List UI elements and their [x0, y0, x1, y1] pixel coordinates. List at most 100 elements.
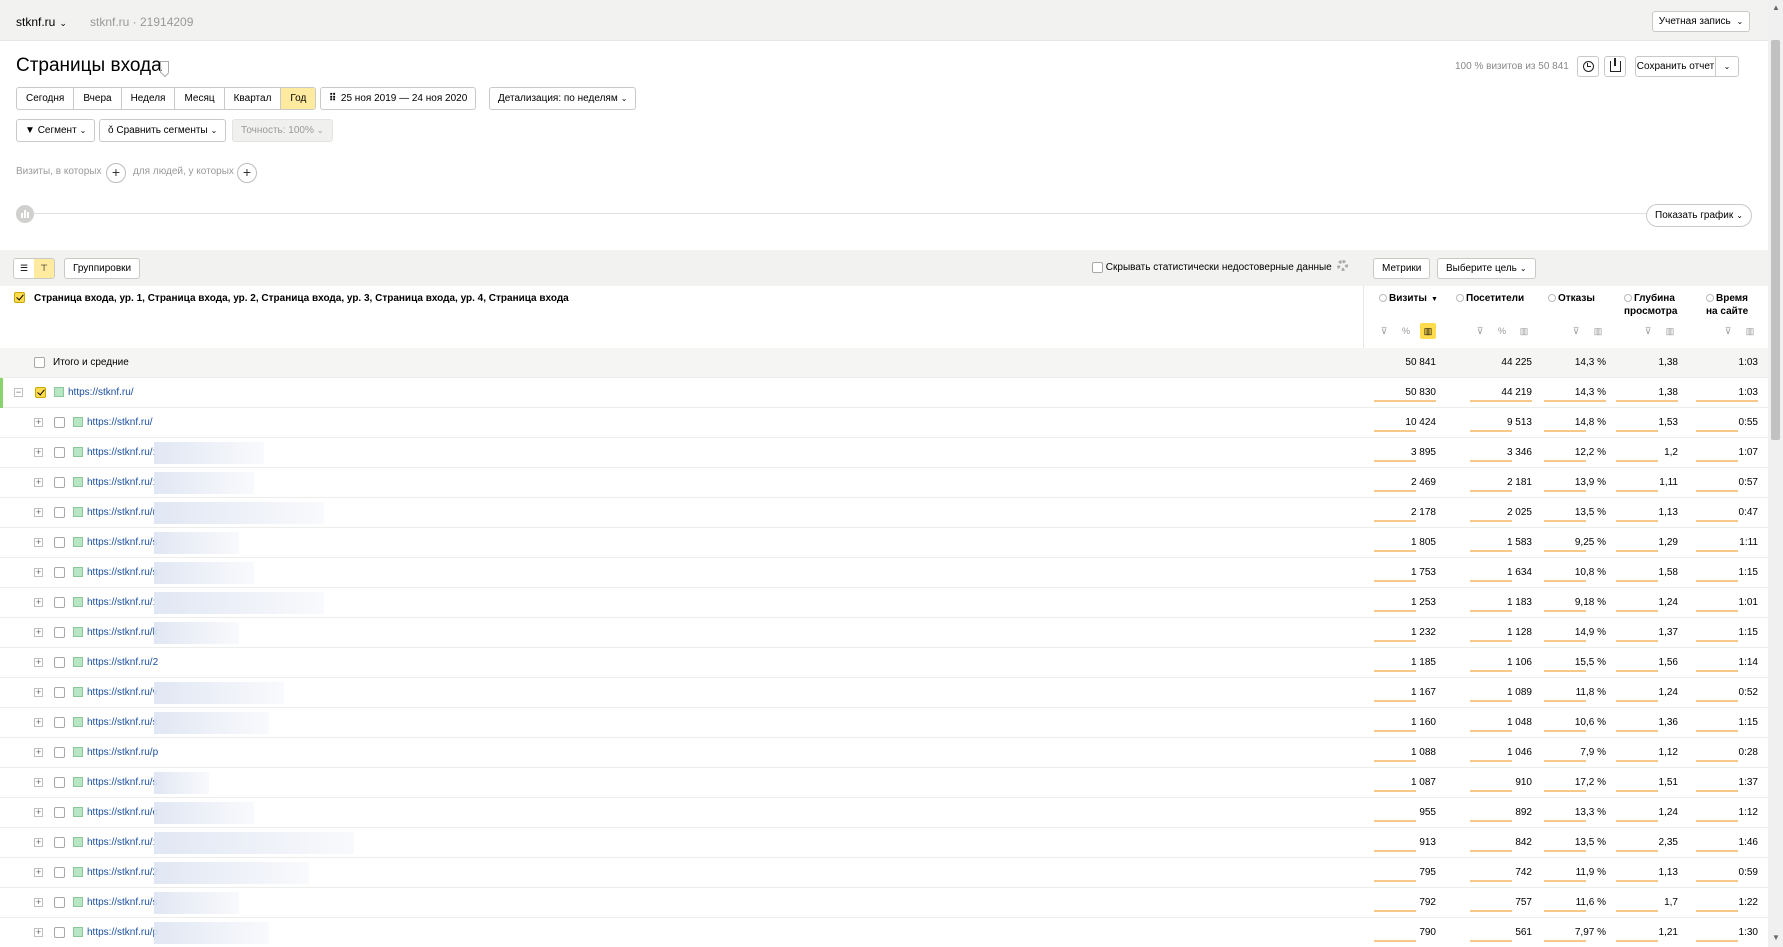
page-url-link[interactable]: https://stknf.ru/c	[87, 807, 158, 818]
period-5[interactable]: Год	[281, 88, 316, 109]
page-url-link[interactable]: https://stknf.ru/2	[87, 657, 158, 668]
table-row[interactable]: + https://stknf.ru/p 1 088 1 046 7,9 % 1,12 0:…	[0, 738, 1768, 768]
detail-dropdown[interactable]: Детализация: по неделям ⌄	[489, 87, 637, 110]
page-url-link[interactable]: https://stknf.ru/k	[87, 627, 158, 638]
expand-icon[interactable]: +	[34, 748, 43, 757]
expand-icon[interactable]: +	[34, 478, 43, 487]
row-checkbox[interactable]	[54, 417, 65, 428]
column-header-0[interactable]: Визиты ▼	[1379, 292, 1438, 306]
compare-segments-button[interactable]: ǒ Сравнить сегменты ⌄	[99, 119, 227, 142]
row-checkbox[interactable]	[54, 447, 65, 458]
page-url-link[interactable]: https://stknf.ru/s	[87, 537, 158, 548]
gear-icon[interactable]	[1337, 260, 1348, 271]
add-visit-condition-button[interactable]: +	[106, 163, 126, 183]
column-header-3[interactable]: Глубина просмотра	[1624, 292, 1677, 318]
period-1[interactable]: Вчера	[74, 88, 122, 109]
expand-icon[interactable]: +	[34, 718, 43, 727]
scrollbar[interactable]: ▲ ▼	[1768, 0, 1783, 947]
table-row[interactable]: + https://stknf.ru/p 790 561 7,97 % 1,21 1:30	[0, 918, 1768, 947]
row-checkbox[interactable]	[54, 627, 65, 638]
tree-view-icon[interactable]: ⊤	[34, 259, 54, 278]
chevron-down-icon[interactable]: ⌄	[1716, 57, 1738, 76]
row-checkbox[interactable]	[54, 597, 65, 608]
expand-icon[interactable]: +	[34, 928, 43, 937]
accuracy-dropdown[interactable]: Точность: 100% ⌄	[232, 119, 333, 142]
page-url-link[interactable]: https://stknf.ru/s	[87, 897, 158, 908]
row-checkbox[interactable]	[54, 747, 65, 758]
table-row[interactable]: + https://stknf.ru/10 424 9 513 14,8 % 1,53 0…	[0, 408, 1768, 438]
scrollbar-thumb[interactable]	[1771, 40, 1780, 440]
expand-icon[interactable]: +	[34, 808, 43, 817]
expand-icon[interactable]: +	[34, 508, 43, 517]
page-url-link[interactable]: https://stknf.ru/r	[87, 507, 156, 518]
page-url-link[interactable]: https://stknf.ru/:	[87, 597, 155, 608]
table-row[interactable]: + https://stknf.ru/: 3 895 3 346 12,2 % 1,2 1:…	[0, 438, 1768, 468]
filter-icon[interactable]: ⊽	[1376, 323, 1392, 339]
bar-chart-icon[interactable]: ▥	[1590, 323, 1606, 339]
percent-icon[interactable]: %	[1494, 323, 1510, 339]
hide-stat-checkbox[interactable]	[1092, 262, 1103, 273]
row-checkbox[interactable]	[54, 567, 65, 578]
page-url-link[interactable]: https://stknf.ru/s	[87, 567, 158, 578]
period-4[interactable]: Квартал	[225, 88, 282, 109]
site-selector[interactable]: stknf.ru ⌄	[16, 15, 67, 29]
row-checkbox[interactable]	[54, 477, 65, 488]
table-row[interactable]: + https://stknf.ru/: 913 842 13,5 % 2,35 1:46	[0, 828, 1768, 858]
metrics-button[interactable]: Метрики	[1373, 258, 1431, 279]
info-icon[interactable]	[1379, 294, 1387, 303]
expand-icon[interactable]: +	[34, 898, 43, 907]
table-row[interactable]: + https://stknf.ru/: 2 469 2 181 13,9 % 1,11 0…	[0, 468, 1768, 498]
page-url-link[interactable]: https://stknf.ru/:	[87, 837, 155, 848]
table-row[interactable]: + https://stknf.ru/: 1 253 1 183 9,18 % 1,24 1…	[0, 588, 1768, 618]
row-checkbox[interactable]	[54, 867, 65, 878]
info-icon[interactable]	[1548, 294, 1556, 303]
scroll-down-arrow-icon[interactable]: ▼	[1772, 933, 1780, 942]
date-range-picker[interactable]: ⠿ 25 ноя 2019 — 24 ноя 2020	[320, 87, 477, 110]
table-row[interactable]: + https://stknf.ru/2 795 742 11,9 % 1,13 0:59	[0, 858, 1768, 888]
row-checkbox[interactable]	[54, 687, 65, 698]
table-row[interactable]: + https://stknf.ru/r 2 178 2 025 13,5 % 1,13 0…	[0, 498, 1768, 528]
filter-icon[interactable]: ⊽	[1720, 323, 1736, 339]
add-people-condition-button[interactable]: +	[237, 163, 257, 183]
expand-icon[interactable]: +	[34, 688, 43, 697]
row-checkbox[interactable]	[54, 537, 65, 548]
expand-icon[interactable]: +	[34, 448, 43, 457]
row-checkbox[interactable]	[54, 717, 65, 728]
row-checkbox[interactable]	[54, 507, 65, 518]
table-row[interactable]: + https://stknf.ru/k 1 232 1 128 14,9 % 1,37 1…	[0, 618, 1768, 648]
period-0[interactable]: Сегодня	[17, 88, 75, 109]
table-row[interactable]: + https://stknf.ru/s 792 757 11,6 % 1,7 1:22	[0, 888, 1768, 918]
row-checkbox[interactable]	[54, 927, 65, 938]
table-row[interactable]: − https://stknf.ru/50 830 44 219 14,3 % 1,38…	[0, 378, 1768, 408]
table-row[interactable]: + https://stknf.ru/s 1 160 1 048 10,6 % 1,36 1…	[0, 708, 1768, 738]
page-url-link[interactable]: https://stknf.ru/s	[87, 777, 158, 788]
expand-icon[interactable]: +	[34, 628, 43, 637]
page-url-link[interactable]: https://stknf.ru/2	[87, 867, 158, 878]
scroll-up-arrow-icon[interactable]: ▲	[1772, 3, 1780, 12]
bar-chart-icon[interactable]: ▥	[1662, 323, 1678, 339]
expand-icon[interactable]: +	[34, 538, 43, 547]
filter-icon[interactable]: ⊽	[1472, 323, 1488, 339]
column-header-4[interactable]: Время на сайте	[1706, 292, 1748, 318]
page-url-link[interactable]: https://stknf.ru/s	[87, 717, 158, 728]
column-header-1[interactable]: Посетители	[1456, 292, 1524, 305]
info-icon[interactable]	[1706, 294, 1714, 303]
groupings-button[interactable]: Группировки	[64, 258, 141, 279]
row-checkbox[interactable]	[54, 777, 65, 788]
info-icon[interactable]	[1456, 294, 1464, 303]
column-header-2[interactable]: Отказы	[1548, 292, 1595, 305]
expand-icon[interactable]: +	[34, 838, 43, 847]
table-row[interactable]: + https://stknf.ru/2 1 185 1 106 15,5 % 1,56 1…	[0, 648, 1768, 678]
percent-icon[interactable]: %	[1398, 323, 1414, 339]
page-url-link[interactable]: https://stknf.ru/p	[87, 927, 158, 938]
period-3[interactable]: Месяц	[175, 88, 225, 109]
table-row[interactable]: + https://stknf.ru/s 1 753 1 634 10,8 % 1,58 1…	[0, 558, 1768, 588]
filter-icon[interactable]: ⊽	[1568, 323, 1584, 339]
bar-chart-icon[interactable]: ▥	[1742, 323, 1758, 339]
row-checkbox[interactable]	[54, 657, 65, 668]
hide-stat-option[interactable]: Скрывать статистически недостоверные дан…	[1092, 262, 1332, 273]
list-view-icon[interactable]: ☰	[14, 259, 34, 278]
filter-icon[interactable]: ⊽	[1640, 323, 1656, 339]
table-row[interactable]: + https://stknf.ru/c 955 892 13,3 % 1,24 1:12	[0, 798, 1768, 828]
table-row[interactable]: + https://stknf.ru/s 1 087 910 17,2 % 1,51 1:3…	[0, 768, 1768, 798]
